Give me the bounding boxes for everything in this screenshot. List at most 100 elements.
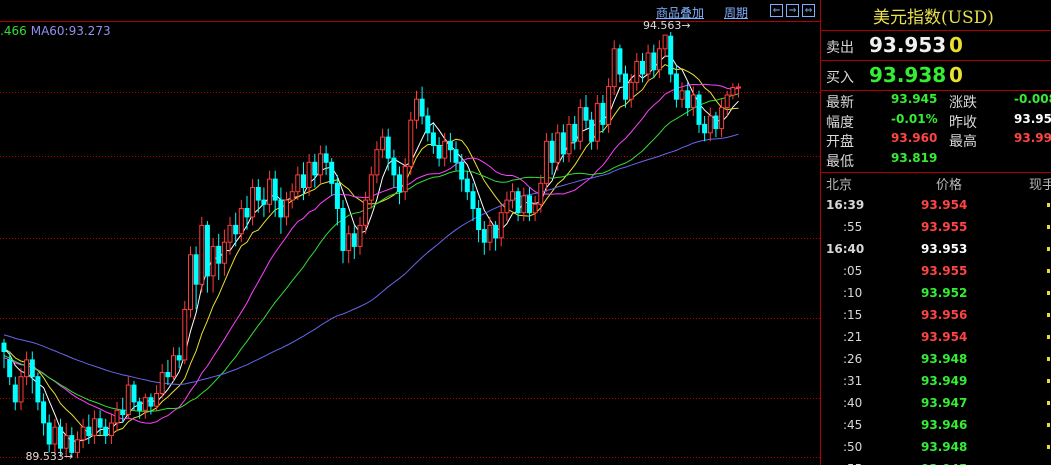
- candle-body: [148, 397, 154, 407]
- candle-body: [719, 107, 725, 130]
- instrument-title: 美元指数(USD): [873, 8, 994, 28]
- tick-row[interactable]: :50 93.948: [821, 437, 1051, 459]
- candle-body: [204, 224, 210, 277]
- scroll-right-button[interactable]: ⇒: [786, 4, 799, 17]
- candle-body: [18, 376, 24, 403]
- tick-price: 93.946: [921, 418, 968, 432]
- quote-label: 最新: [826, 95, 854, 111]
- candle-body: [543, 140, 549, 184]
- candle-body: [216, 245, 222, 264]
- tick-time: :15: [843, 308, 863, 322]
- candle-body: [142, 397, 148, 411]
- candle-body: [329, 161, 335, 184]
- candle-body: [515, 191, 521, 214]
- ma-line-ma30: [3, 93, 739, 412]
- candle-body: [7, 359, 13, 378]
- ma-legend: .466 MA60:93.273: [0, 24, 111, 38]
- candle-body: [86, 426, 92, 437]
- tick-volume-mark: [1047, 335, 1050, 339]
- quote-value: 93.945: [891, 92, 938, 106]
- ma-line-ma10: [3, 64, 739, 437]
- tick-price: 93.949: [921, 374, 968, 388]
- candle-body: [159, 372, 165, 394]
- zoom-button[interactable]: ⇔: [802, 4, 815, 17]
- candle-body: [227, 224, 233, 243]
- candle-body: [91, 418, 97, 437]
- quote-value: 93.819: [891, 150, 938, 165]
- candlestick-chart-area[interactable]: 商品叠加 周期 ⇐ ⇒ ⇔ .466 MA60:93.273 94.563→ 89…: [0, 0, 820, 465]
- candle-body: [651, 52, 657, 71]
- candle-body: [312, 161, 318, 176]
- candle-body: [233, 224, 239, 235]
- ticks-separator: [821, 172, 1051, 173]
- candle-body: [736, 86, 741, 89]
- tick-row[interactable]: :55 93.955: [821, 217, 1051, 239]
- candle-body: [317, 153, 323, 176]
- candle-body: [244, 208, 250, 218]
- tick-time: :31: [843, 374, 863, 388]
- tick-row[interactable]: :10 93.952: [821, 283, 1051, 305]
- candle-body: [346, 233, 352, 252]
- ma60-legend-value: MA60:93.273: [30, 24, 111, 38]
- tick-row[interactable]: :21 93.954: [821, 327, 1051, 349]
- low-price-annotation: 89.533→: [25, 450, 74, 464]
- tick-row[interactable]: :5593.945: [821, 459, 1051, 465]
- candle-body: [46, 422, 52, 445]
- candle-body: [606, 86, 612, 125]
- buy-volume: 0: [949, 63, 963, 87]
- candle-body: [323, 153, 329, 163]
- candle-body: [504, 199, 510, 214]
- candle-body: [165, 372, 171, 378]
- candle-body: [261, 199, 267, 205]
- candle-body: [707, 115, 713, 134]
- sell-label: 卖出: [826, 40, 854, 56]
- tick-row[interactable]: :05 93.955: [821, 261, 1051, 283]
- candle-body: [193, 254, 199, 285]
- tick-price: 93.955: [921, 220, 968, 234]
- tick-price: 93.954: [921, 330, 968, 344]
- candle-body: [24, 359, 30, 378]
- tick-row[interactable]: :45 93.946: [821, 415, 1051, 437]
- candle-body: [611, 48, 617, 88]
- tick-time: 16:39: [826, 198, 865, 212]
- candle-body: [447, 140, 453, 151]
- quote-value: -0.01%: [891, 111, 938, 126]
- candle-body: [238, 208, 244, 235]
- scroll-left-button[interactable]: ⇐: [770, 4, 783, 17]
- candle-body: [295, 174, 301, 193]
- sell-price: 93.953: [869, 33, 947, 57]
- candle-body: [368, 174, 374, 201]
- tick-row[interactable]: :40 93.947: [821, 393, 1051, 415]
- tick-row[interactable]: 16:39 93.954: [821, 195, 1051, 217]
- candle-body: [583, 107, 589, 121]
- candle-body: [673, 73, 679, 100]
- candle-body: [645, 52, 651, 75]
- period-link[interactable]: 周期: [724, 4, 748, 21]
- candle-body: [35, 376, 41, 403]
- tick-volume-mark: [1047, 291, 1050, 295]
- candle-body: [41, 401, 47, 424]
- candle-body: [555, 132, 561, 163]
- candle-body: [284, 199, 289, 218]
- candle-body: [397, 174, 402, 193]
- price-chart[interactable]: [0, 0, 820, 465]
- candle-body: [351, 233, 357, 247]
- tick-row[interactable]: :26 93.948: [821, 349, 1051, 371]
- candle-body: [481, 229, 487, 243]
- tick-row[interactable]: :15 93.956: [821, 305, 1051, 327]
- candle-body: [566, 123, 572, 155]
- candle-body: [493, 224, 499, 239]
- candle-body: [453, 149, 459, 163]
- tick-row[interactable]: 16:40 93.953: [821, 239, 1051, 261]
- candle-body: [470, 191, 476, 209]
- tick-volume-mark: [1047, 247, 1050, 251]
- tick-row[interactable]: :31 93.949: [821, 371, 1051, 393]
- candle-body: [510, 191, 515, 201]
- candle-body: [436, 145, 442, 159]
- chart-toolbar: 商品叠加 周期 ⇐ ⇒ ⇔: [0, 0, 820, 22]
- quote-label: 幅度: [826, 114, 854, 131]
- candle-body: [1, 342, 7, 353]
- tick-time: :45: [843, 418, 863, 432]
- candle-body: [538, 182, 544, 205]
- candle-body: [380, 136, 386, 151]
